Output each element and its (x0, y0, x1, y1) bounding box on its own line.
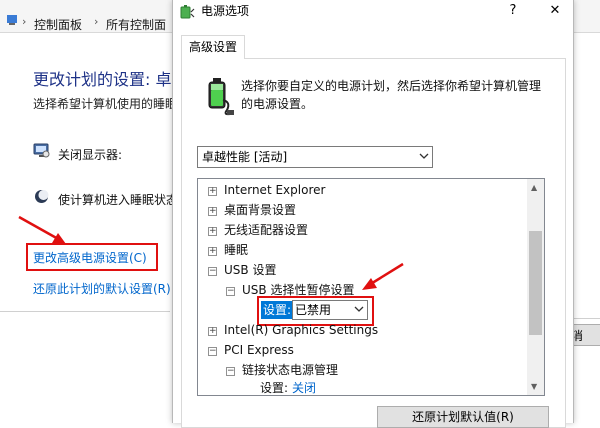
battery-plug-icon (203, 72, 235, 116)
dialog-description: 选择你要自定义的电源计划，然后选择你希望计算机管理的电源设置。 (241, 79, 542, 111)
breadcrumb-chevron-icon: › (94, 15, 99, 28)
expand-icon[interactable]: + (208, 327, 217, 336)
expand-icon[interactable]: + (208, 207, 217, 216)
tree-item-pci-express[interactable]: PCI Express (224, 341, 294, 359)
collapse-icon[interactable]: − (226, 287, 235, 296)
tree-item-sleep[interactable]: 睡眠 (224, 241, 248, 259)
restore-plan-defaults-button[interactable]: 还原计划默认值(R) (377, 406, 549, 428)
scroll-up-icon[interactable]: ▲ (531, 183, 537, 192)
display-off-label: 关闭显示器: (58, 148, 123, 162)
tree-item-intel-graphics[interactable]: Intel(R) Graphics Settings (224, 321, 378, 339)
tree-item-link-state-power[interactable]: 链接状态电源管理 (242, 361, 338, 379)
expand-icon[interactable]: + (208, 187, 217, 196)
collapse-icon[interactable]: − (208, 347, 217, 356)
usb-suspend-value: 已禁用 (295, 303, 332, 317)
scrollbar-thumb[interactable] (529, 231, 542, 335)
tree-scrollbar[interactable]: ▲ ▼ (527, 179, 544, 395)
sleep-label: 使计算机进入睡眠状态 (58, 193, 179, 207)
usb-setting-label: 设置: (261, 301, 294, 319)
pci-setting-value-link[interactable]: 关闭 (292, 379, 316, 395)
divider (0, 311, 170, 312)
power-options-icon (179, 4, 195, 20)
tab-advanced-settings[interactable]: 高级设置 (181, 35, 246, 59)
chevron-down-icon (419, 152, 429, 160)
collapse-icon[interactable]: − (208, 267, 217, 276)
page-title: 更改计划的设置: 卓 (33, 70, 172, 89)
chevron-down-icon (354, 305, 364, 313)
expand-icon[interactable]: + (208, 227, 217, 236)
power-plan-value: 卓越性能 [活动] (202, 150, 288, 164)
control-panel-icon (6, 14, 18, 26)
expand-icon[interactable]: + (208, 247, 217, 256)
power-plan-select[interactable]: 卓越性能 [活动] (197, 146, 433, 168)
power-options-dialog: 电源选项 ? ✕ 高级设置 选择你要自定义的电源计划，然后选择你希望计算机管理的… (172, 0, 574, 428)
usb-suspend-select[interactable]: 已禁用 (292, 300, 368, 320)
dialog-title: 电源选项 (201, 4, 250, 18)
scroll-down-icon[interactable]: ▼ (531, 382, 537, 391)
tree-item-desktop-background[interactable]: 桌面背景设置 (224, 201, 296, 219)
breadcrumb-chevron-icon: › (22, 15, 27, 28)
breadcrumb-control-panel[interactable]: 控制面板 (34, 16, 82, 33)
page-subtitle: 选择希望计算机使用的睡眠 (33, 97, 178, 111)
tree-item-wireless-adapter[interactable]: 无线适配器设置 (224, 221, 308, 239)
settings-tree[interactable]: + Internet Explorer + 桌面背景设置 + 无线适配器设置 +… (197, 178, 545, 396)
restore-defaults-link[interactable]: 还原此计划的默认设置(R) (33, 280, 171, 297)
tree-item-internet-explorer[interactable]: Internet Explorer (224, 181, 325, 199)
pci-setting-label: 设置: (260, 381, 289, 395)
moon-icon (34, 189, 49, 204)
tree-item-usb-settings[interactable]: USB 设置 (224, 261, 276, 279)
collapse-icon[interactable]: − (226, 367, 235, 376)
change-advanced-power-settings-link[interactable]: 更改高级电源设置(C) (33, 249, 147, 266)
help-button[interactable]: ? (503, 0, 523, 22)
monitor-icon (33, 143, 50, 159)
close-button[interactable]: ✕ (545, 0, 565, 22)
breadcrumb-all-items[interactable]: 所有控制面 (106, 16, 166, 33)
